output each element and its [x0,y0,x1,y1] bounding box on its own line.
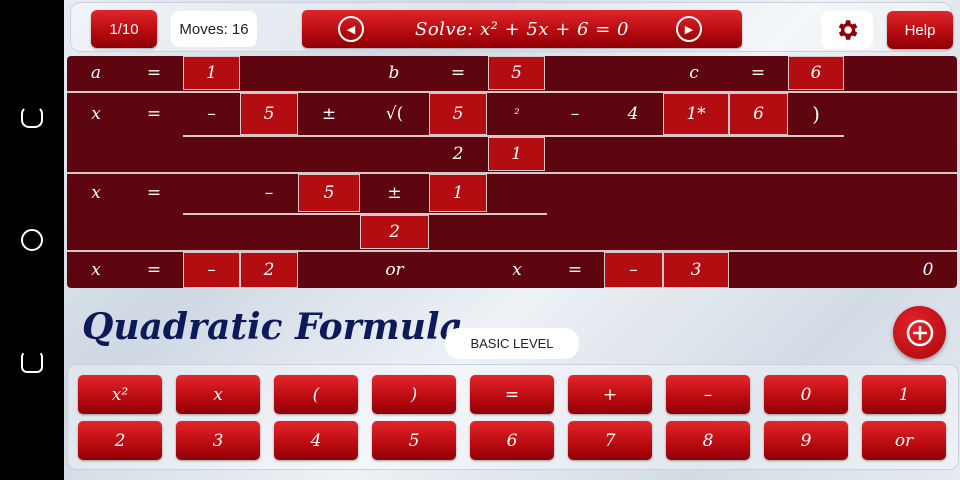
label-a: a [90,63,102,83]
next-arrow-icon[interactable]: ▶ [676,16,702,42]
equals: = [146,183,162,203]
key-close-paren[interactable]: ) [372,375,456,414]
key-equals[interactable]: = [470,375,554,414]
gear-icon [838,20,858,40]
equation-bar: ◀ Solve: x² + 5x + 6 = 0 ▶ [302,10,742,48]
key-4[interactable]: 4 [274,421,358,460]
cell-b-squared[interactable]: 5 [429,93,487,135]
c-value-cell[interactable]: 6 [788,56,844,90]
or-label: or [385,260,404,280]
key-x[interactable]: x [176,375,260,414]
cell-minus[interactable]: – [604,252,663,288]
cell-minus[interactable]: – [240,174,298,212]
help-button[interactable]: Help [887,11,953,49]
key-9[interactable]: 9 [764,421,848,460]
equals: = [146,63,162,83]
cell-plus-minus[interactable]: ± [360,174,429,212]
denominator-two[interactable]: 2 [360,215,429,249]
level-badge[interactable]: BASIC LEVEL [445,328,579,359]
x-label: x [512,260,522,280]
root-one-value[interactable]: 2 [240,252,298,288]
x-label: x [91,104,101,124]
key-6[interactable]: 6 [470,421,554,460]
equals: = [450,63,466,83]
cell-minus[interactable]: – [183,252,240,288]
equals: = [146,260,162,280]
denominator-two[interactable]: 2 [429,137,487,171]
page-title: Quadratic Formula [82,306,463,348]
cell-a-times[interactable]: 1* [663,93,729,135]
add-button[interactable] [893,306,946,359]
cell-sqrt[interactable]: √( [360,93,429,135]
equals: = [567,260,583,280]
divider [67,172,957,174]
x-label: x [91,260,101,280]
key-plus[interactable]: + [568,375,652,414]
a-value-cell[interactable]: 1 [183,56,240,90]
equals: = [146,104,162,124]
top-bar: 1/10 Moves: 16 ◀ Solve: x² + 5x + 6 = 0 … [70,2,953,52]
settings-button[interactable] [821,11,873,49]
cell-plus-minus[interactable]: ± [298,93,360,135]
recent-apps-icon[interactable] [21,351,43,373]
cell-five[interactable]: 5 [298,174,360,212]
key-3[interactable]: 3 [176,421,260,460]
key-1[interactable]: 1 [862,375,946,414]
key-8[interactable]: 8 [666,421,750,460]
cell-minus[interactable]: – [546,93,604,135]
cell-square[interactable]: ² [488,93,546,135]
key-minus[interactable]: – [666,375,750,414]
cell-close-paren[interactable]: ) [788,93,844,135]
key-open-paren[interactable]: ( [274,375,358,414]
plus-icon [906,319,933,346]
home-nav-icon[interactable] [21,229,43,251]
label-b: b [388,63,400,83]
moves-counter: Moves: 16 [171,11,257,47]
level-indicator[interactable]: 1/10 [91,10,157,48]
x-label: x [91,183,101,203]
cell-c[interactable]: 6 [729,93,788,135]
key-x-squared[interactable]: x² [78,375,162,414]
key-or[interactable]: or [862,421,946,460]
key-0[interactable]: 0 [764,375,848,414]
equals: = [750,63,766,83]
key-5[interactable]: 5 [372,421,456,460]
app-window: 1/10 Moves: 16 ◀ Solve: x² + 5x + 6 = 0 … [64,0,960,480]
root-two-value[interactable]: 3 [663,252,729,288]
b-value-cell[interactable]: 5 [488,56,545,90]
denominator-a[interactable]: 1 [488,137,545,171]
result-value: 0 [922,260,934,280]
back-nav-icon[interactable] [21,106,43,128]
system-nav-bar [0,0,64,480]
solution-board: a = 1 b = 5 c = 6 x = – 5 ± √( 5 ² – 4 1… [67,56,957,288]
cell-b[interactable]: 5 [240,93,298,135]
cell-one[interactable]: 1 [429,174,487,212]
key-7[interactable]: 7 [568,421,652,460]
cell-four[interactable]: 4 [604,93,662,135]
cell-minus[interactable]: – [183,93,240,135]
key-2[interactable]: 2 [78,421,162,460]
label-c: c [689,63,699,83]
keypad: x² x ( ) = + – 0 1 2 3 4 5 6 7 8 9 or [67,364,959,470]
